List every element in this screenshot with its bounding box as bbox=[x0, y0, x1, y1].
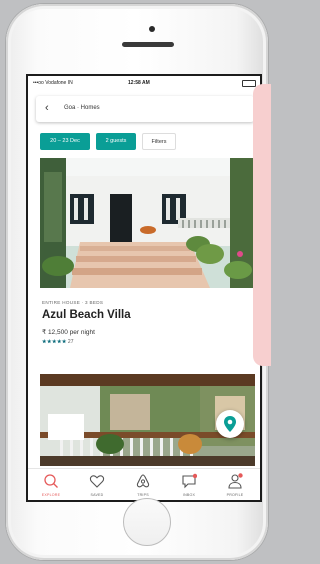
search-bar[interactable]: ‹ Goa · Homes bbox=[36, 96, 254, 122]
annotation-overlay bbox=[253, 84, 271, 366]
tab-saved[interactable]: SAVED bbox=[74, 469, 120, 500]
app-screen: •••oo Vodafone IN 12:58 AM ‹ Goa · Homes… bbox=[26, 74, 262, 502]
user-icon bbox=[228, 473, 243, 489]
front-camera bbox=[149, 26, 155, 32]
status-bar: •••oo Vodafone IN 12:58 AM bbox=[28, 76, 260, 90]
map-pin-icon bbox=[224, 416, 236, 432]
map-button[interactable] bbox=[216, 410, 244, 438]
villa-photo-image bbox=[40, 158, 255, 288]
more-filters-button[interactable]: Filters bbox=[142, 133, 176, 150]
tab-label: TRIPS bbox=[137, 493, 149, 497]
tab-trips[interactable]: TRIPS bbox=[120, 469, 166, 500]
star-rating-icons: ★★★★★ bbox=[42, 339, 67, 345]
listing-photo[interactable] bbox=[40, 158, 255, 288]
listing-type: ENTIRE HOUSE · 3 BEDS bbox=[42, 300, 104, 305]
tab-label: INBOX bbox=[182, 493, 196, 497]
search-icon bbox=[44, 474, 58, 488]
tab-label: PROFILE bbox=[226, 493, 244, 497]
clock: 12:58 AM bbox=[128, 80, 150, 86]
listing-title[interactable]: Azul Beach Villa bbox=[42, 309, 131, 321]
heart-icon bbox=[89, 475, 105, 488]
search-query[interactable]: Goa · Homes bbox=[64, 105, 100, 111]
tab-label: EXPLORE bbox=[41, 493, 61, 497]
carrier-label: •••oo Vodafone IN bbox=[33, 80, 73, 86]
chevron-left-icon[interactable]: ‹ bbox=[45, 102, 49, 114]
battery-icon bbox=[242, 80, 256, 87]
airbnb-logo-icon bbox=[136, 474, 150, 488]
phone-frame: •••oo Vodafone IN 12:58 AM ‹ Goa · Homes… bbox=[6, 4, 268, 560]
rating-stars: ★★★★★27 bbox=[42, 339, 73, 345]
tab-label: SAVED bbox=[90, 493, 104, 497]
tab-inbox[interactable]: INBOX bbox=[166, 469, 212, 500]
listing-price: ₹ 12,500 per night bbox=[42, 329, 95, 336]
bottom-tab-bar: EXPLORE SAVED TRIPS INBOX PROFILE bbox=[28, 468, 260, 500]
guests-filter-button[interactable]: 2 guests bbox=[96, 133, 136, 150]
home-button[interactable] bbox=[123, 498, 171, 546]
dates-filter-button[interactable]: 20 – 23 Dec bbox=[40, 133, 90, 150]
review-count: 27 bbox=[67, 339, 74, 345]
chat-icon bbox=[182, 473, 197, 489]
tab-profile[interactable]: PROFILE bbox=[212, 469, 258, 500]
tab-explore[interactable]: EXPLORE bbox=[28, 469, 74, 500]
earpiece-speaker bbox=[122, 42, 174, 47]
